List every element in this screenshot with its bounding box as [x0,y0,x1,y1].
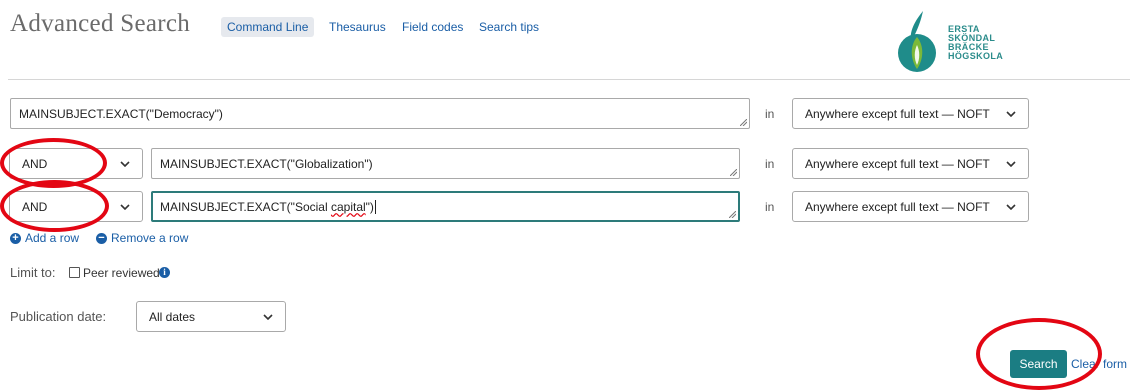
in-label: in [765,157,775,171]
search-field-select-2[interactable]: Anywhere except full text — NOFT [792,148,1029,179]
command-line-link[interactable]: Command Line [221,17,315,37]
annotation-circle-search [976,318,1102,390]
limit-to-label: Limit to: [10,265,56,280]
info-icon[interactable]: i [159,267,170,278]
in-label: in [765,107,775,121]
search-field-select-3[interactable]: Anywhere except full text — NOFT [792,191,1029,222]
resize-grip-icon[interactable] [730,169,737,176]
resize-grip-icon[interactable] [729,211,736,218]
annotation-circle-operator-3 [0,180,109,232]
text-cursor [374,199,376,214]
search-term-input-1[interactable]: MAINSUBJECT.EXACT("Democracy") [10,98,750,129]
chevron-down-icon [1006,203,1016,210]
search-term-input-2[interactable]: MAINSUBJECT.EXACT("Globalization") [151,148,740,179]
remove-row-link[interactable]: − Remove a row [96,231,188,245]
thesaurus-link[interactable]: Thesaurus [329,20,386,34]
search-field-select-1[interactable]: Anywhere except full text — NOFT [792,98,1029,129]
minus-circle-icon: − [96,232,107,244]
header-divider [8,79,1130,80]
peer-reviewed-label[interactable]: Peer reviewed [83,266,160,280]
plus-circle-icon: + [10,232,21,244]
publication-date-label: Publication date: [10,309,107,324]
chevron-down-icon [120,203,130,210]
spellcheck-flagged-word: capital [330,199,366,214]
chevron-down-icon [263,313,273,320]
search-term-input-3[interactable]: MAINSUBJECT.EXACT("Social capital ") [151,191,740,222]
search-tips-link[interactable]: Search tips [479,20,539,34]
chevron-down-icon [1006,110,1016,117]
chevron-down-icon [120,160,130,167]
logo-wordmark: ERSTA SKÖNDAL BRÄCKE HÖGSKOLA [948,24,1004,61]
peer-reviewed-checkbox[interactable] [69,267,80,278]
page-title: Advanced Search [10,10,191,37]
in-label: in [765,200,775,214]
publication-date-select[interactable]: All dates [136,301,286,332]
field-codes-link[interactable]: Field codes [402,20,463,34]
add-row-link[interactable]: + Add a row [10,231,79,245]
resize-grip-icon[interactable] [740,119,747,126]
chevron-down-icon [1006,160,1016,167]
university-logo-icon [898,11,936,72]
